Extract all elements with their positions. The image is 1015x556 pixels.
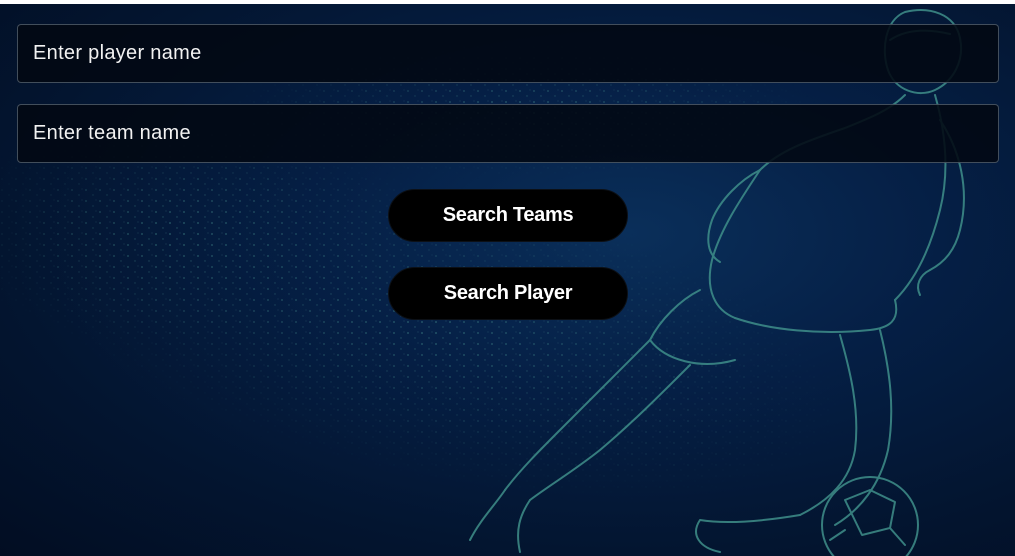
top-edge-strip <box>0 0 1015 4</box>
player-name-input[interactable] <box>18 25 998 82</box>
team-name-input[interactable] <box>18 105 998 162</box>
team-name-field[interactable] <box>17 104 999 163</box>
search-teams-button[interactable]: Search Teams <box>388 189 628 242</box>
search-player-button[interactable]: Search Player <box>388 267 628 320</box>
player-name-field[interactable] <box>17 24 999 83</box>
